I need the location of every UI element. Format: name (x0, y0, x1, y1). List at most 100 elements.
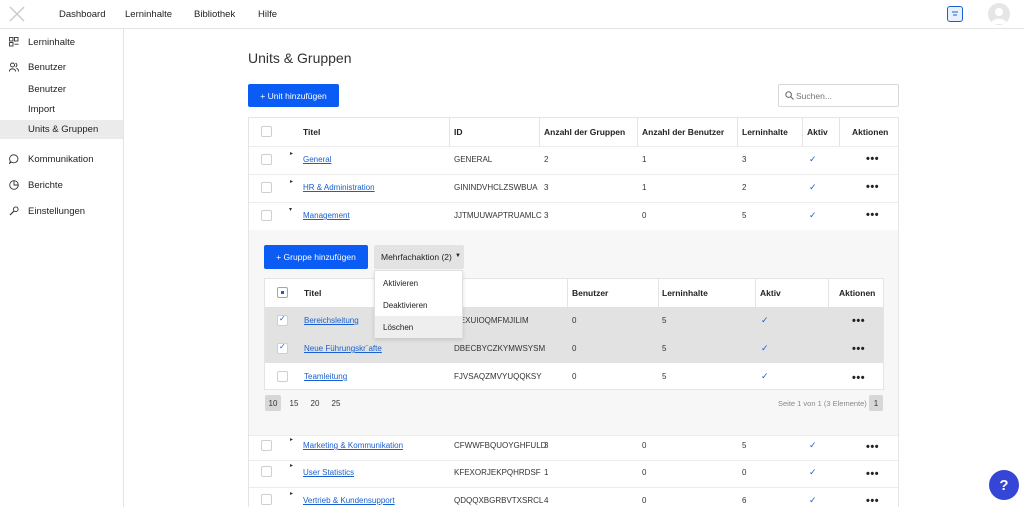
unit-title-link[interactable]: HR & Administration (303, 183, 375, 192)
menu-item-loeschen[interactable]: Löschen (375, 316, 462, 338)
page-size-10[interactable]: 10 (265, 395, 281, 411)
page-size-20[interactable]: 20 (307, 395, 323, 411)
sidebar-item-berichte[interactable]: Berichte (0, 176, 123, 195)
col-header-users[interactable]: Anzahl der Benutzer (642, 127, 724, 155)
sidebar-subitem-label: Import (28, 104, 55, 115)
sidebar-item-label: Lerninhalte (28, 37, 76, 48)
actions-menu-icon[interactable]: ••• (866, 441, 879, 453)
actions-menu-icon[interactable]: ••• (866, 153, 879, 165)
add-group-button[interactable]: + Gruppe hinzufügen (264, 245, 368, 269)
menu-item-label: Deaktivieren (383, 301, 428, 310)
collapse-caret-icon[interactable]: ▾ (289, 206, 292, 213)
col-header-groups[interactable]: Anzahl der Gruppen (544, 127, 625, 155)
group-title-link[interactable]: Bereichsleitung (304, 316, 359, 325)
row-checkbox-checked[interactable]: ✓ (277, 342, 288, 354)
unit-groups: 1 (544, 468, 549, 477)
expand-caret-icon[interactable]: ▸ (290, 436, 293, 443)
expand-caret-icon[interactable]: ▸ (290, 150, 293, 157)
actions-menu-icon[interactable]: ••• (866, 181, 879, 193)
nav-dashboard[interactable]: Dashboard (59, 9, 105, 20)
unit-title-link[interactable]: Management (303, 211, 350, 220)
top-bar: Dashboard Lerninhalte Bibliothek Hilfe (0, 0, 1024, 29)
sidebar-subitem-benutzer[interactable]: Benutzer (0, 80, 123, 99)
col-header-lerninhalte[interactable]: Lerninhalte (742, 127, 788, 155)
menu-item-deaktivieren[interactable]: Deaktivieren (375, 294, 462, 316)
sidebar-item-kommunikation[interactable]: Kommunikation (0, 150, 123, 169)
units-table: Titel ID Anzahl der Gruppen Anzahl der B… (248, 117, 899, 507)
unit-users: 0 (642, 211, 647, 220)
active-check-icon: ✓ (809, 154, 817, 164)
unit-users: 1 (642, 155, 647, 164)
col-header-aktionen: Aktionen (852, 127, 889, 137)
actions-menu-icon[interactable]: ••• (866, 468, 879, 480)
unit-title-link[interactable]: Marketing & Kommunikation (303, 441, 403, 450)
nav-lerninhalte[interactable]: Lerninhalte (125, 9, 172, 20)
add-unit-button[interactable]: + Unit hinzufügen (248, 84, 339, 107)
unit-id: QDQQXBGRBVTXSRCL (454, 496, 544, 505)
actions-menu-icon[interactable]: ••• (852, 372, 865, 384)
unit-title-link[interactable]: General (303, 155, 331, 164)
col-header-titel[interactable]: Titel (303, 127, 320, 155)
row-checkbox[interactable] (261, 466, 272, 477)
menu-item-aktivieren[interactable]: Aktivieren (375, 272, 462, 294)
expand-caret-icon[interactable]: ▸ (290, 490, 293, 497)
select-all-checkbox[interactable] (261, 126, 272, 137)
page-title: Units & Gruppen (248, 50, 352, 66)
users-icon (9, 62, 19, 72)
nav-bibliothek[interactable]: Bibliothek (194, 9, 235, 20)
nav-hilfe[interactable]: Hilfe (258, 9, 277, 20)
sidebar-item-label: Kommunikation (28, 154, 94, 165)
sidebar-subitem-units-gruppen[interactable]: Units & Gruppen (0, 120, 123, 139)
admin-mode-icon[interactable] (947, 6, 963, 22)
sidebar-item-einstellungen[interactable]: Einstellungen (0, 202, 123, 221)
bulk-action-label: Mehrfachaktion (2) (381, 252, 452, 262)
group-title-link[interactable]: Teamleitung (304, 372, 347, 381)
row-checkbox[interactable] (277, 371, 288, 382)
actions-menu-icon[interactable]: ••• (852, 343, 865, 355)
page-size-15[interactable]: 15 (286, 395, 302, 411)
row-checkbox[interactable] (261, 494, 272, 505)
actions-menu-icon[interactable]: ••• (852, 315, 865, 327)
actions-menu-icon[interactable]: ••• (866, 209, 879, 221)
row-checkbox[interactable] (261, 440, 272, 451)
page-size-25[interactable]: 25 (328, 395, 344, 411)
group-users: 0 (572, 316, 577, 325)
actions-menu-icon[interactable]: ••• (866, 495, 879, 507)
unit-title-link[interactable]: Vertrieb & Kundensupport (303, 496, 395, 505)
search-icon (785, 91, 794, 100)
sidebar-item-label: Benutzer (28, 62, 67, 73)
row-checkbox[interactable] (261, 154, 272, 165)
chevron-down-icon: ▼ (455, 253, 461, 259)
page-button-1[interactable]: 1 (869, 395, 883, 411)
help-button[interactable]: ? (989, 470, 1019, 500)
avatar[interactable] (988, 3, 1010, 25)
unit-groups: 2 (544, 155, 549, 164)
search-box[interactable] (778, 84, 899, 107)
bulk-action-dropdown[interactable]: Mehrfachaktion (2) ▼ (374, 245, 464, 269)
expand-caret-icon[interactable]: ▸ (290, 462, 293, 469)
active-check-icon: ✓ (809, 495, 817, 505)
logo-icon[interactable] (8, 5, 26, 23)
unit-groups: 3 (544, 441, 549, 450)
menu-item-label: Löschen (383, 323, 414, 332)
sidebar-item-benutzer[interactable]: Benutzer (0, 58, 123, 77)
group-id: FJVSAQZMVYUQQKSY (454, 372, 542, 381)
col-header-id[interactable]: ID (454, 127, 463, 155)
col-header-aktiv[interactable]: Aktiv (807, 127, 828, 155)
group-id: DBECBYCZKYMWSYSM (454, 344, 546, 353)
sidebar-item-lerninhalte[interactable]: Lerninhalte (0, 33, 123, 52)
group-content: 5 (662, 372, 667, 381)
select-all-groups-checkbox[interactable] (277, 287, 288, 298)
sidebar-subitem-import[interactable]: Import (0, 100, 123, 119)
group-users: 0 (572, 372, 577, 381)
row-checkbox[interactable] (261, 210, 272, 221)
unit-content: 5 (742, 211, 747, 220)
expand-caret-icon[interactable]: ▸ (290, 178, 293, 185)
search-input[interactable] (796, 89, 892, 103)
row-checkbox[interactable] (261, 182, 272, 193)
unit-id: GININDVHCLZSWBUA (454, 183, 538, 192)
unit-title-link[interactable]: User Statistics (303, 468, 354, 477)
group-panel: + Gruppe hinzufügen Titel Benutzer Lerni… (249, 230, 898, 435)
row-checkbox-checked[interactable]: ✓ (277, 314, 288, 326)
group-title-link[interactable]: Neue Führungskr¨afte (304, 344, 382, 353)
